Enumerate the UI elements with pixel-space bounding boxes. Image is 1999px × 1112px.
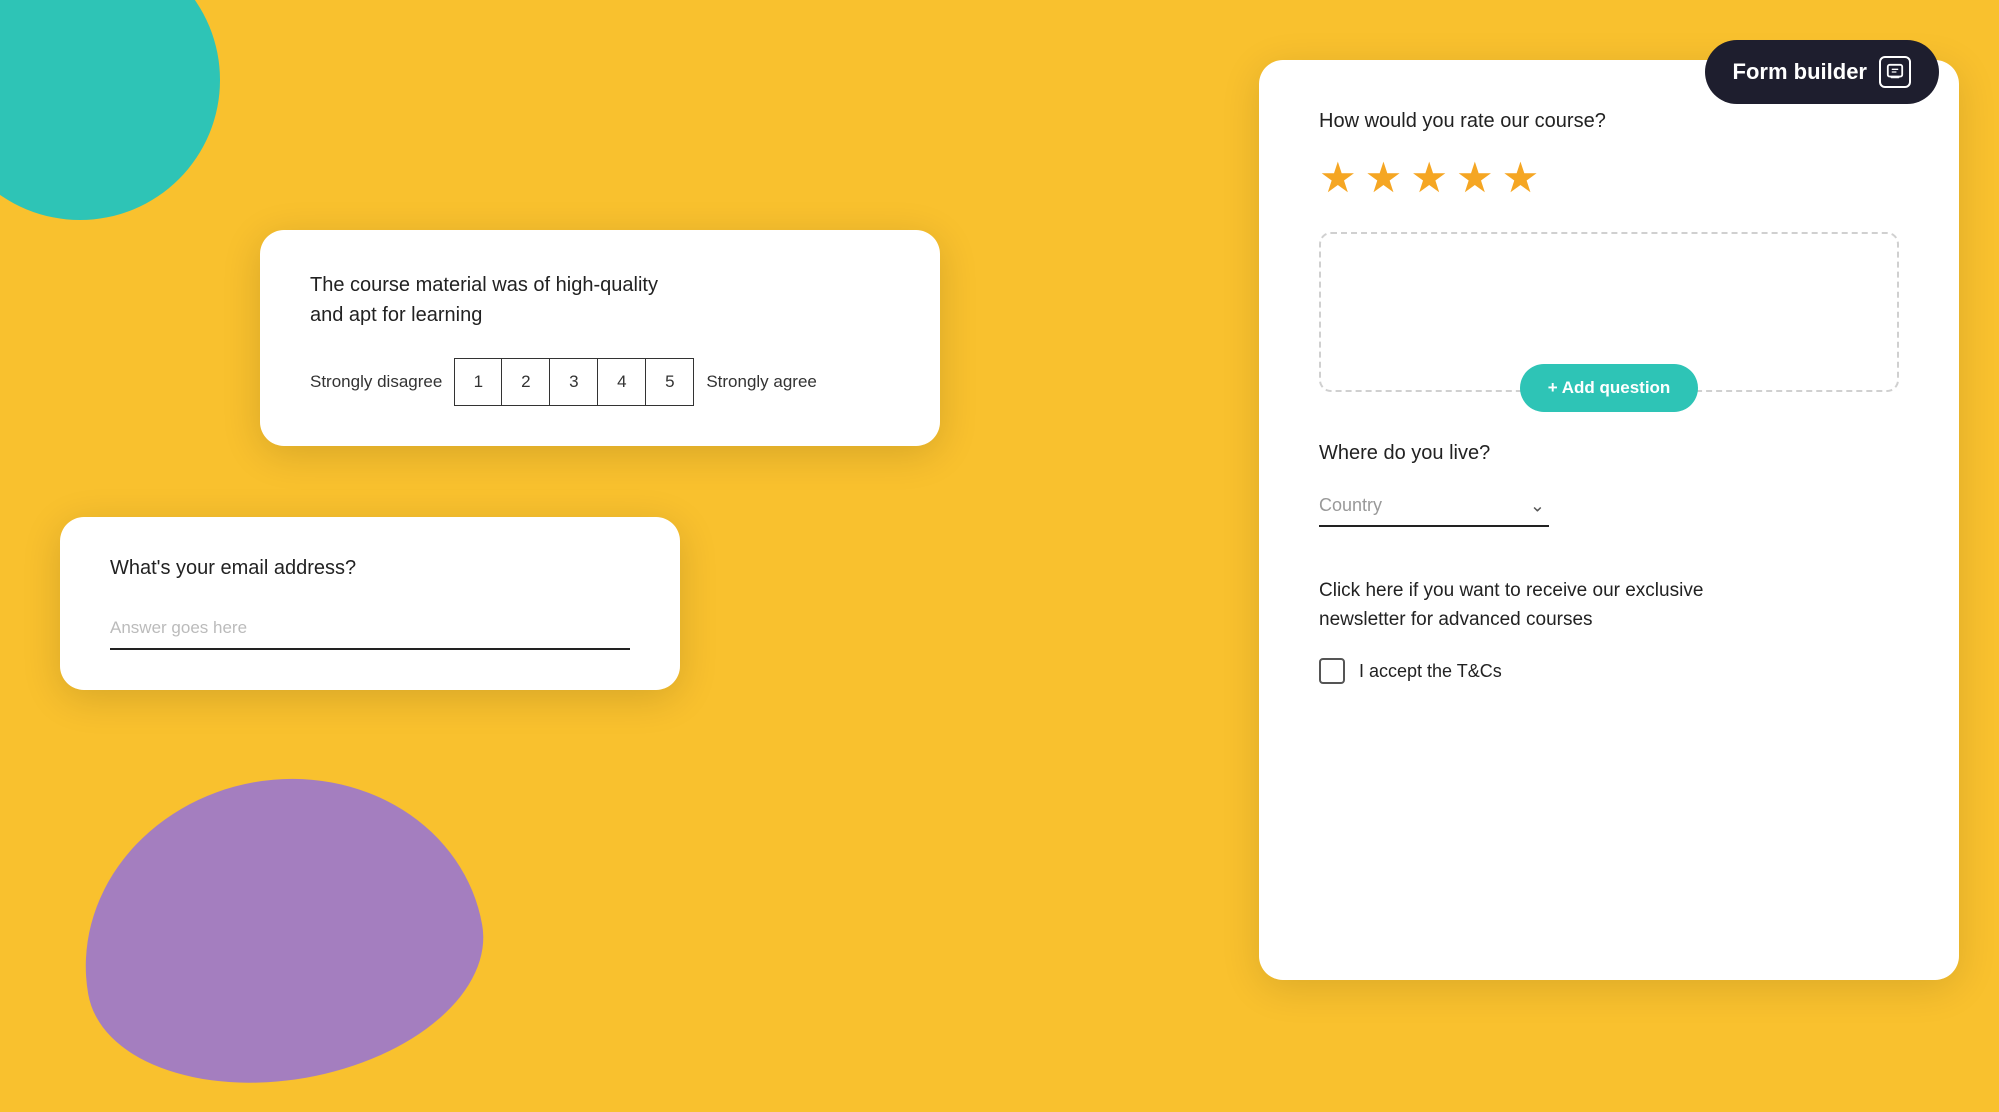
checkbox-row: I accept the T&Cs xyxy=(1319,658,1899,684)
likert-scale: Strongly disagree 1 2 3 4 5 Strongly agr… xyxy=(310,358,890,406)
form-icon xyxy=(1879,56,1911,88)
form-builder-label: Form builder xyxy=(1733,59,1867,85)
likert-left-label: Strongly disagree xyxy=(310,372,442,392)
likert-right-label: Strongly agree xyxy=(706,372,817,392)
star-4[interactable]: ★ xyxy=(1456,153,1494,202)
likert-num-1[interactable]: 1 xyxy=(454,358,502,406)
add-question-button[interactable]: + Add question xyxy=(1520,364,1699,412)
checkbox-label: I accept the T&Cs xyxy=(1359,661,1502,682)
country-select[interactable]: Country United States United Kingdom Can… xyxy=(1319,485,1549,527)
accept-checkbox[interactable] xyxy=(1319,658,1345,684)
email-card: What's your email address? xyxy=(60,517,680,690)
star-1[interactable]: ★ xyxy=(1319,153,1357,202)
star-5[interactable]: ★ xyxy=(1502,153,1540,202)
form-builder-badge: Form builder xyxy=(1705,40,1939,104)
main-panel: How would you rate our course? ★ ★ ★ ★ ★… xyxy=(1259,60,1959,980)
where-question: Where do you live? xyxy=(1319,442,1899,465)
email-question: What's your email address? xyxy=(110,557,630,580)
rating-section: How would you rate our course? ★ ★ ★ ★ ★ xyxy=(1319,110,1899,202)
where-section: Where do you live? Country United States… xyxy=(1319,442,1899,527)
likert-numbers: 1 2 3 4 5 xyxy=(454,358,694,406)
stars-container: ★ ★ ★ ★ ★ xyxy=(1319,153,1899,202)
newsletter-section: Click here if you want to receive our ex… xyxy=(1319,577,1899,684)
rating-question: How would you rate our course? xyxy=(1319,110,1899,133)
star-2[interactable]: ★ xyxy=(1365,153,1403,202)
teal-blob xyxy=(0,0,220,220)
likert-num-5[interactable]: 5 xyxy=(646,358,694,406)
likert-question: The course material was of high-qualitya… xyxy=(310,270,890,330)
star-3[interactable]: ★ xyxy=(1410,153,1448,202)
add-question-area: + Add question xyxy=(1319,232,1899,392)
likert-num-3[interactable]: 3 xyxy=(550,358,598,406)
newsletter-text: Click here if you want to receive our ex… xyxy=(1319,577,1739,634)
purple-blob xyxy=(57,748,503,1112)
likert-num-4[interactable]: 4 xyxy=(598,358,646,406)
email-input[interactable] xyxy=(110,608,630,650)
likert-card: The course material was of high-qualitya… xyxy=(260,230,940,446)
country-select-wrapper: Country United States United Kingdom Can… xyxy=(1319,485,1549,527)
likert-num-2[interactable]: 2 xyxy=(502,358,550,406)
